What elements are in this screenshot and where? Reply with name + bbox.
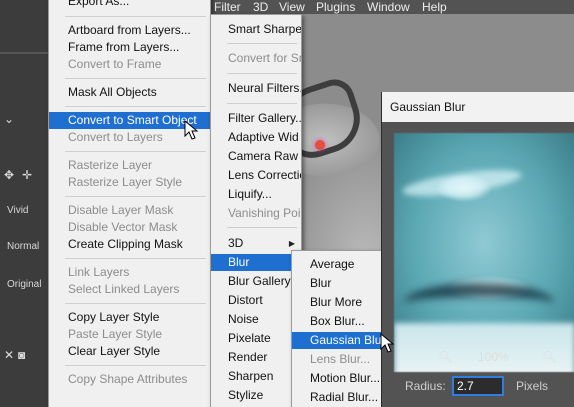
menu-item-pixelate[interactable]: Pixelate (211, 330, 301, 347)
menu-bar: Filter 3D View Plugins Window Help (210, 0, 574, 14)
menu-item-link-layers: Link Layers (68, 265, 130, 279)
menu-item-disable-vector-mask: Disable Vector Mask (68, 220, 178, 234)
zoom-controls: 🔍︎ 100% 🔍︎ (382, 347, 574, 369)
menu-separator (227, 73, 297, 74)
menu-item-lens-correction[interactable]: Lens Correctio (211, 167, 301, 184)
dialog-title[interactable]: Gaussian Blur (382, 92, 574, 122)
move-icon[interactable]: ✥ (4, 168, 14, 182)
gaussian-blur-dialog: Gaussian Blur 🔍︎ 100% 🔍︎ Radius: 2.7 Pix… (381, 92, 574, 407)
menu-item-convert-for-smart-filters: Convert for Sm (228, 51, 302, 65)
menu-separator (65, 78, 206, 79)
menu-separator (227, 103, 297, 104)
menu-item-render[interactable]: Render (211, 349, 301, 366)
menu-filter[interactable]: Filter (214, 0, 241, 14)
mask-icon[interactable]: ◙ (18, 348, 25, 362)
layer-name-original[interactable]: Original (7, 279, 41, 290)
menu-item-mask-all-objects[interactable]: Mask All Objects (49, 84, 210, 101)
radius-unit: Pixels (516, 379, 549, 393)
menu-item-create-clipping-mask[interactable]: Create Clipping Mask (49, 236, 210, 253)
radius-input[interactable]: 2.7 (452, 376, 504, 396)
menu-item-blur-gallery[interactable]: Blur Gallery (211, 273, 301, 290)
mouse-cursor-icon (184, 120, 199, 140)
menu-item-clear-layer-style[interactable]: Clear Layer Style (49, 343, 210, 360)
menu-item-noise[interactable]: Noise (211, 311, 301, 328)
menu-separator (65, 151, 206, 152)
close-icon[interactable]: ✕ (4, 348, 14, 362)
layers-panel: ⌄ ✥ ✛ Vivid Normal Original ✕ ◙ (0, 0, 48, 407)
menu-item-artboard-from-layers[interactable]: Artboard from Layers... (49, 22, 210, 39)
transform-icon[interactable]: ✛ (22, 168, 32, 182)
menu-item-copy-shape-attributes: Copy Shape Attributes (68, 372, 188, 386)
menu-item-vanishing-point: Vanishing Poi (228, 206, 301, 220)
menu-help[interactable]: Help (422, 0, 447, 14)
menu-item-stylize[interactable]: Stylize (211, 387, 301, 404)
mouse-cursor-icon (380, 333, 395, 353)
blend-mode-normal[interactable]: Normal (7, 241, 39, 252)
menu-separator (65, 106, 206, 107)
menu-separator (65, 258, 206, 259)
menu-item-convert-to-frame: Convert to Frame (68, 57, 162, 71)
menu-item-copy-layer-style[interactable]: Copy Layer Style (49, 309, 210, 326)
menu-item-frame-from-layers[interactable]: Frame from Layers... (49, 39, 210, 56)
menu-item-distort[interactable]: Distort (211, 292, 301, 309)
menu-separator (65, 16, 206, 17)
menu-item-sharpen[interactable]: Sharpen (211, 368, 301, 385)
zoom-level: 100% (478, 350, 509, 364)
zoom-out-icon[interactable]: 🔍︎ (438, 350, 453, 364)
menu-item-disable-layer-mask: Disable Layer Mask (68, 203, 174, 217)
menu-item-select-linked-layers: Select Linked Layers (68, 282, 180, 296)
menu-item-export-as[interactable]: Export As... (49, 0, 210, 10)
menu-item-rasterize-layer-style: Rasterize Layer Style (68, 175, 183, 189)
menu-3d[interactable]: 3D (253, 0, 268, 14)
blend-mode-vivid[interactable]: Vivid (7, 205, 29, 216)
menu-separator (227, 43, 297, 44)
layer-menu: Export As... Artboard from Layers... Fra… (48, 0, 211, 407)
radius-row: Radius: 2.7 Pixels (382, 375, 574, 397)
menu-item-adaptive-wide-angle[interactable]: Adaptive Wid (211, 129, 301, 146)
menu-separator (65, 196, 206, 197)
menu-item-blur[interactable]: Blur (211, 254, 301, 271)
menu-item-camera-raw-filter[interactable]: Camera Raw F (211, 148, 301, 165)
menu-item-rasterize-layer: Rasterize Layer (68, 158, 153, 172)
zoom-in-icon[interactable]: 🔍︎ (542, 350, 557, 364)
panel-divider (0, 52, 48, 54)
menu-separator (65, 303, 206, 304)
menu-plugins[interactable]: Plugins (316, 0, 355, 14)
menu-item-filter-gallery[interactable]: Filter Gallery... (211, 110, 301, 127)
menu-separator (227, 227, 297, 228)
chevron-down-icon[interactable]: ⌄ (4, 112, 14, 126)
menu-item-paste-layer-style: Paste Layer Style (68, 327, 163, 341)
blur-preview[interactable] (394, 133, 574, 372)
menu-window[interactable]: Window (367, 0, 410, 14)
menu-separator (65, 365, 206, 366)
menu-item-3d[interactable]: 3D ▶ (211, 235, 301, 252)
menu-item-smart-sharpen[interactable]: Smart Sharpen (211, 21, 301, 38)
earring-shape (315, 140, 325, 150)
menu-item-liquify[interactable]: Liquify... (211, 186, 301, 203)
menu-view[interactable]: View (279, 0, 305, 14)
preview-highlight (401, 164, 523, 202)
radius-label: Radius: (405, 379, 446, 393)
menu-item-neural-filters[interactable]: Neural Filters... (211, 80, 301, 97)
filter-menu: Smart Sharpen Convert for Sm Neural Filt… (210, 14, 302, 407)
preview-shadow (404, 283, 554, 323)
